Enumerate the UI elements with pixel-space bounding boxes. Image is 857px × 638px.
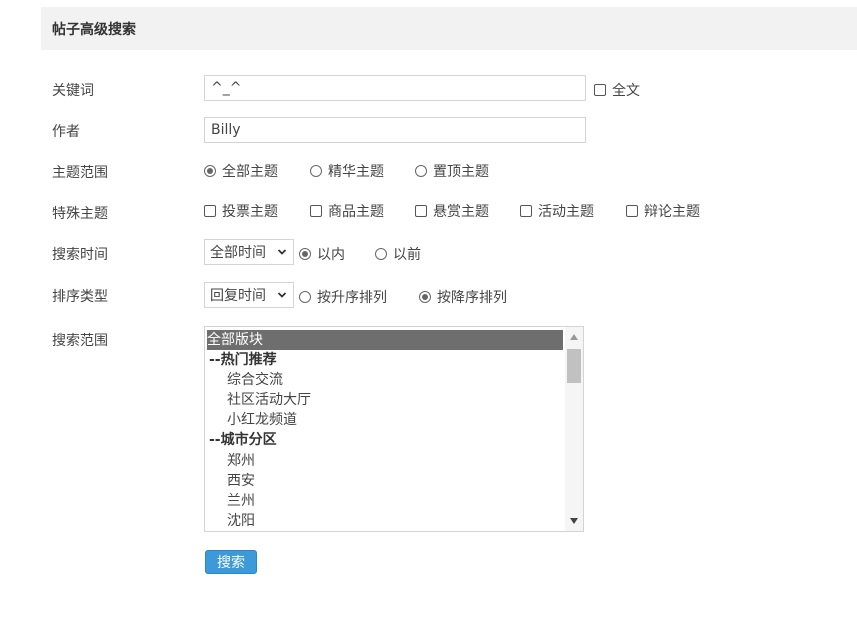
special-topic-checkbox-debate[interactable]: 辩论主题	[626, 201, 700, 221]
sort-type-label: 排序类型	[52, 289, 108, 305]
keyword-input[interactable]	[204, 75, 586, 101]
listbox-option-group[interactable]: --城市分区	[207, 430, 563, 450]
topic-range-label: 主题范围	[52, 165, 108, 181]
radio-sticky-circle[interactable]	[415, 165, 427, 177]
listbox-scrollbar[interactable]	[565, 327, 583, 531]
radio-before-circle[interactable]	[375, 248, 387, 260]
search-time-radio-within[interactable]: 以内	[299, 244, 345, 264]
listbox-option[interactable]: 小红龙频道	[207, 410, 563, 430]
radio-asc-circle[interactable]	[299, 291, 311, 303]
sort-type-radio-desc[interactable]: 按降序排列	[419, 287, 507, 307]
special-topic-checkbox-activity[interactable]: 活动主题	[520, 201, 594, 221]
fulltext-checkbox-box[interactable]	[594, 84, 606, 96]
checkbox-goods-box[interactable]	[310, 205, 322, 217]
search-time-radio-before[interactable]: 以前	[375, 244, 421, 264]
radio-digest-label: 精华主题	[328, 164, 384, 180]
radio-desc-label: 按降序排列	[437, 290, 507, 306]
checkbox-goods-label: 商品主题	[328, 204, 384, 220]
author-input[interactable]	[204, 117, 586, 143]
checkbox-debate-box[interactable]	[626, 205, 638, 217]
search-time-select[interactable]: 全部时间	[204, 239, 294, 265]
search-button[interactable]: 搜索	[205, 550, 257, 574]
radio-digest-circle[interactable]	[310, 165, 322, 177]
checkbox-poll-box[interactable]	[204, 205, 216, 217]
listbox-option[interactable]: 兰州	[207, 491, 563, 511]
checkbox-reward-box[interactable]	[415, 205, 427, 217]
page-title: 帖子高级搜索	[52, 22, 136, 38]
page-header: 帖子高级搜索	[41, 7, 857, 50]
search-scope-label: 搜索范围	[52, 333, 108, 349]
topic-range-radio-all[interactable]: 全部主题	[204, 161, 278, 181]
checkbox-debate-label: 辩论主题	[644, 204, 700, 220]
listbox-option[interactable]: 全部版块	[207, 330, 563, 350]
author-label: 作者	[52, 124, 80, 140]
radio-all-label: 全部主题	[222, 164, 278, 180]
fulltext-label: 全文	[612, 83, 640, 99]
checkbox-reward-label: 悬赏主题	[433, 204, 489, 220]
checkbox-activity-box[interactable]	[520, 205, 532, 217]
fulltext-checkbox[interactable]: 全文	[594, 80, 640, 100]
checkbox-activity-label: 活动主题	[538, 204, 594, 220]
radio-before-label: 以前	[393, 247, 421, 263]
radio-sticky-label: 置顶主题	[433, 164, 489, 180]
radio-desc-circle[interactable]	[419, 291, 431, 303]
listbox-option[interactable]: 沈阳	[207, 511, 563, 531]
triangle-up-icon	[570, 334, 578, 340]
radio-within-circle[interactable]	[299, 248, 311, 260]
topic-range-radio-digest[interactable]: 精华主题	[310, 161, 384, 181]
special-topic-checkbox-poll[interactable]: 投票主题	[204, 201, 278, 221]
special-topic-checkbox-reward[interactable]: 悬赏主题	[415, 201, 489, 221]
listbox-option[interactable]: 综合交流	[207, 370, 563, 390]
chevron-down-icon	[277, 292, 287, 298]
search-time-label: 搜索时间	[52, 247, 108, 263]
topic-range-radio-sticky[interactable]: 置顶主题	[415, 161, 489, 181]
special-topic-label: 特殊主题	[52, 206, 108, 222]
radio-within-label: 以内	[317, 247, 345, 263]
scrollbar-thumb[interactable]	[567, 349, 581, 383]
search-time-select-value: 全部时间	[210, 245, 266, 261]
keyword-label: 关键词	[52, 83, 94, 99]
sort-type-select-value: 回复时间	[210, 288, 266, 304]
radio-all-circle[interactable]	[204, 165, 216, 177]
listbox-option[interactable]: 郑州	[207, 451, 563, 471]
listbox-option-group[interactable]: --热门推荐	[207, 350, 563, 370]
listbox-option[interactable]: 西安	[207, 471, 563, 491]
listbox-option[interactable]: 社区活动大厅	[207, 390, 563, 410]
chevron-down-icon	[277, 249, 287, 255]
scroll-up-button[interactable]	[565, 329, 583, 345]
radio-asc-label: 按升序排列	[317, 290, 387, 306]
sort-type-select[interactable]: 回复时间	[204, 282, 294, 308]
sort-type-radio-asc[interactable]: 按升序排列	[299, 287, 387, 307]
special-topic-checkbox-goods[interactable]: 商品主题	[310, 201, 384, 221]
triangle-down-icon	[570, 518, 578, 524]
scroll-down-button[interactable]	[565, 513, 583, 529]
forum-scope-listbox[interactable]: 全部版块 --热门推荐 综合交流 社区活动大厅 小红龙频道 --城市分区 郑州 …	[204, 326, 584, 532]
checkbox-poll-label: 投票主题	[222, 204, 278, 220]
